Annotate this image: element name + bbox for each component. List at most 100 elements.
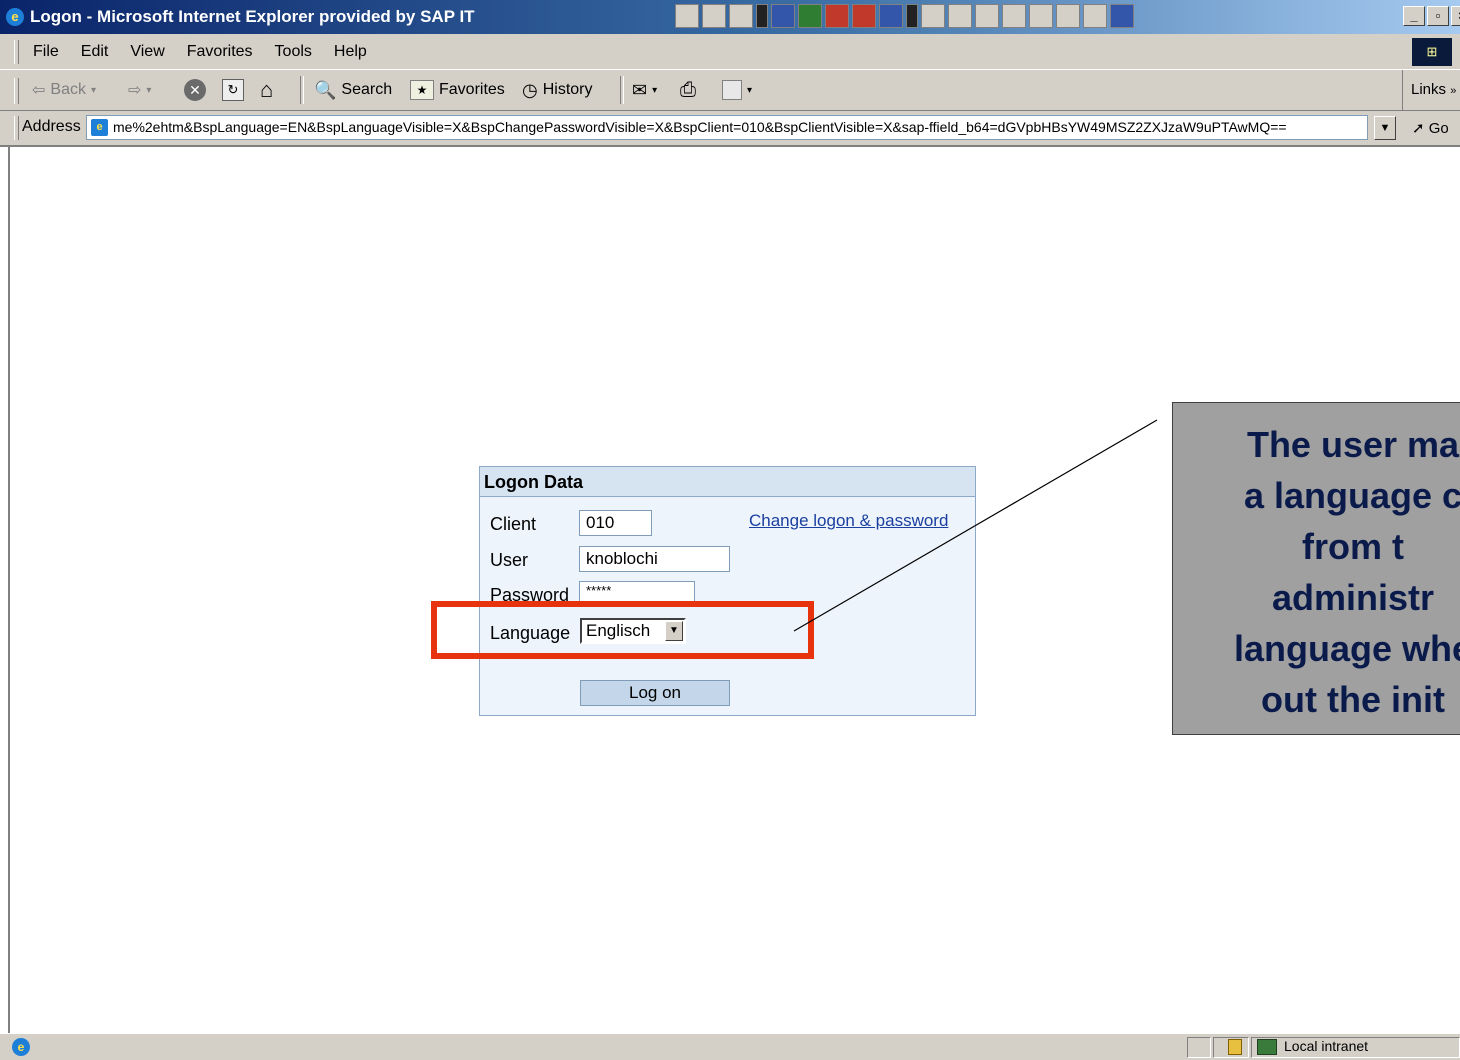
divider	[756, 4, 768, 28]
print-button[interactable]: ⎙	[680, 76, 696, 104]
history-label: History	[542, 81, 593, 98]
app-icon[interactable]	[948, 4, 972, 28]
chevron-down-icon: ▾	[652, 84, 658, 96]
search-button[interactable]: 🔍 Search	[314, 76, 392, 104]
chevron-right-icon: »	[1450, 85, 1457, 97]
app-icon[interactable]	[879, 4, 903, 28]
favorites-label: Favorites	[439, 81, 505, 98]
chevron-down-icon: ▾	[146, 84, 152, 96]
chevron-down-icon: ▼	[1379, 122, 1391, 134]
stop-icon: ✕	[184, 79, 206, 101]
go-arrow-icon: ➚	[1412, 120, 1425, 137]
zone-label: Local intranet	[1284, 1038, 1369, 1054]
app-icon[interactable]	[975, 4, 999, 28]
menu-file[interactable]: File	[33, 43, 59, 61]
callout-line: a language c	[1243, 475, 1460, 516]
chevron-down-icon: ▾	[747, 84, 753, 96]
excel-icon[interactable]	[798, 4, 822, 28]
favorites-button[interactable]: ★ Favorites	[410, 76, 505, 104]
menu-bar: File Edit View Favorites Tools Help ⊞	[0, 34, 1460, 70]
links-label: Links	[1411, 81, 1447, 98]
edit-icon	[722, 80, 742, 100]
taskbar-icon-strip	[675, 4, 1134, 30]
logon-header: Logon Data	[480, 467, 975, 497]
go-button[interactable]: ➚ Go	[1412, 119, 1449, 137]
menu-view[interactable]: View	[130, 43, 164, 61]
word-icon[interactable]	[771, 4, 795, 28]
mail-icon: ✉	[632, 79, 648, 100]
forward-button[interactable]: ⇨ ▾	[128, 76, 151, 104]
powerpoint-icon[interactable]	[825, 4, 849, 28]
forward-arrow-icon: ⇨	[128, 82, 142, 99]
minimize-icon[interactable]: _	[1403, 6, 1425, 26]
grip-handle[interactable]	[14, 78, 19, 104]
divider	[906, 4, 918, 28]
logon-panel: Logon Data Client 010 Change logon & pas…	[479, 466, 976, 716]
page-status-icon: e	[12, 1038, 30, 1056]
checkbox-icon[interactable]	[1083, 4, 1107, 28]
lock-icon	[1228, 1039, 1242, 1055]
logon-button[interactable]: Log on	[580, 680, 730, 706]
app-icon[interactable]	[1056, 4, 1080, 28]
back-button[interactable]: ⇦ Back ▾	[32, 76, 96, 104]
desktop-icon[interactable]	[1110, 4, 1134, 28]
callout-line: administr	[1271, 577, 1435, 618]
address-input[interactable]: e me%2ehtm&BspLanguage=EN&BspLanguageVis…	[86, 115, 1368, 140]
language-highlight-box	[431, 601, 814, 659]
history-button[interactable]: ◷ History	[522, 76, 593, 104]
callout-line: out the init	[1261, 679, 1445, 720]
edit-button[interactable]: ▾	[722, 76, 752, 104]
change-logon-link[interactable]: Change logon & password	[749, 511, 948, 531]
client-input[interactable]: 010	[579, 510, 652, 536]
callout-line: The user ma	[1246, 424, 1460, 465]
toolbar-separator	[300, 76, 304, 104]
app-icon[interactable]	[921, 4, 945, 28]
app-icon[interactable]	[675, 4, 699, 28]
mail-icon[interactable]	[1029, 4, 1053, 28]
history-icon: ◷	[522, 79, 538, 100]
close-icon[interactable]: ×	[1451, 6, 1460, 26]
go-label: Go	[1428, 120, 1449, 137]
ie-logo-icon: e	[6, 8, 24, 26]
grip-handle[interactable]	[14, 116, 19, 140]
user-input[interactable]: knoblochi	[579, 546, 730, 572]
search-label: Search	[341, 81, 393, 98]
menu-tools[interactable]: Tools	[275, 43, 312, 61]
user-label: User	[490, 550, 529, 570]
refresh-button[interactable]: ↻	[222, 76, 244, 104]
refresh-icon: ↻	[222, 79, 244, 101]
status-panel	[1187, 1037, 1211, 1058]
app-icon[interactable]	[1002, 4, 1026, 28]
stop-button[interactable]: ✕	[184, 76, 206, 104]
links-button[interactable]: Links »	[1402, 70, 1456, 110]
menu-edit[interactable]: Edit	[81, 43, 109, 61]
chevron-down-icon: ▾	[90, 84, 97, 96]
back-arrow-icon: ⇦	[32, 82, 46, 99]
back-label: Back	[50, 81, 86, 98]
callout-line: from t	[1302, 526, 1404, 567]
address-bar: Address e me%2ehtm&BspLanguage=EN&BspLan…	[0, 111, 1460, 147]
status-bar: e Local intranet	[0, 1033, 1460, 1060]
print-icon: ⎙	[680, 78, 696, 101]
app-icon[interactable]	[729, 4, 753, 28]
address-label: Address	[22, 118, 81, 135]
home-button[interactable]: ⌂	[260, 76, 273, 104]
app-icon[interactable]	[702, 4, 726, 28]
toolbar-separator	[620, 76, 624, 104]
title-bar: e Logon - Microsoft Internet Explorer pr…	[0, 0, 1460, 34]
callout-box: The user ma a language c from t administ…	[1172, 402, 1460, 735]
intranet-zone-icon	[1257, 1039, 1277, 1055]
acrobat-icon[interactable]	[852, 4, 876, 28]
address-dropdown-button[interactable]: ▼	[1374, 116, 1396, 140]
windows-logo-icon: ⊞	[1412, 38, 1452, 66]
menu-help[interactable]: Help	[334, 43, 367, 61]
grip-handle[interactable]	[14, 40, 19, 64]
search-icon: 🔍	[314, 79, 337, 100]
maximize-icon[interactable]: ▫	[1427, 6, 1449, 26]
page-icon: e	[91, 119, 108, 136]
toolbar: ⇦ Back ▾ ⇨ ▾ ✕ ↻ ⌂ 🔍 Search ★ Favorites …	[0, 70, 1460, 111]
menu-favorites[interactable]: Favorites	[187, 43, 253, 61]
window-title: Logon - Microsoft Internet Explorer prov…	[30, 7, 475, 26]
mail-button[interactable]: ✉ ▾	[632, 76, 657, 104]
home-icon: ⌂	[260, 77, 274, 102]
